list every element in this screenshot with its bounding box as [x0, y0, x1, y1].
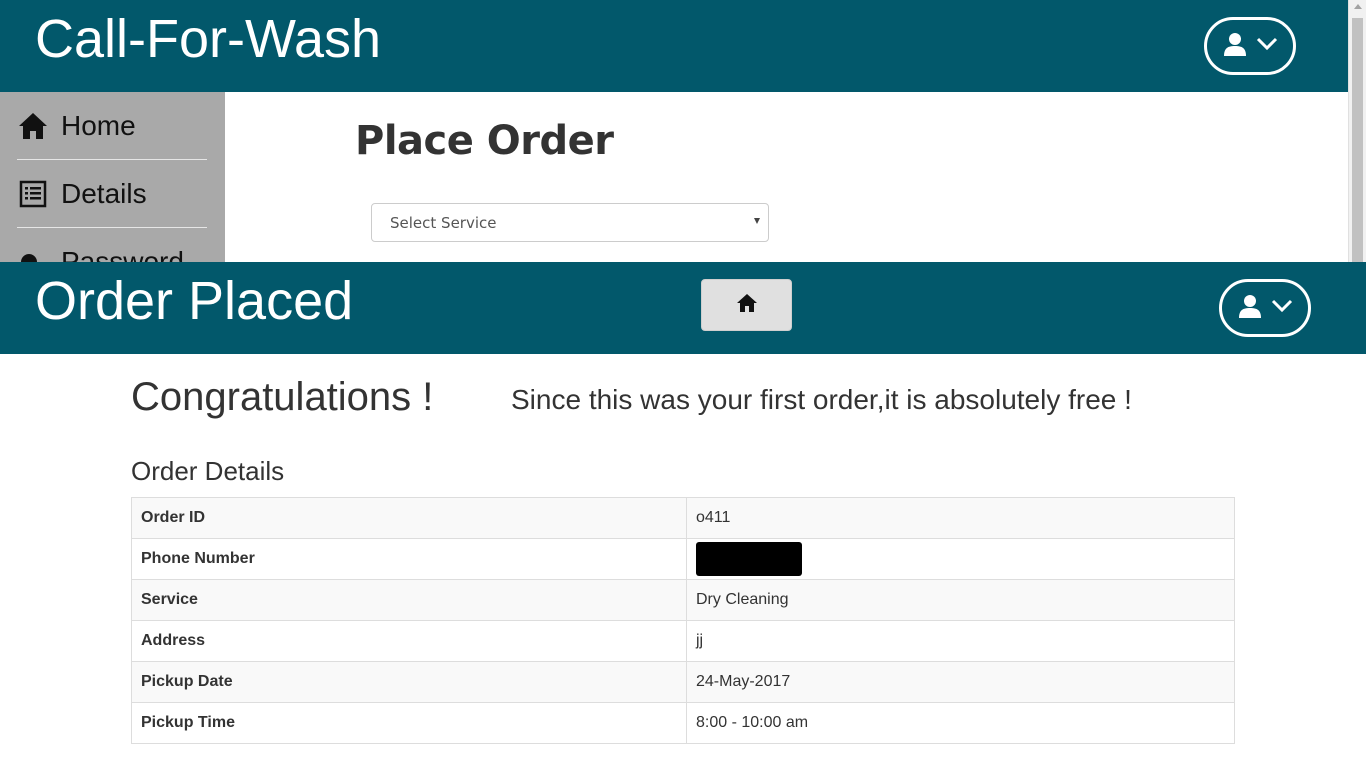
sidebar: Home Details Password: [0, 92, 225, 262]
pickup-date-value: 24-May-2017: [686, 661, 1235, 703]
page-title: Place Order: [355, 118, 614, 164]
user-icon: [1222, 31, 1248, 62]
service-label: Service: [131, 579, 687, 621]
user-icon: [1237, 293, 1263, 324]
order-id-label: Order ID: [131, 497, 687, 539]
key-icon: [17, 246, 49, 262]
caret-down-icon: [754, 218, 760, 224]
address-label: Address: [131, 620, 687, 662]
user-menu-button[interactable]: [1219, 279, 1311, 337]
table-row: Phone Number: [131, 538, 1235, 580]
chevron-down-icon: [1271, 299, 1293, 318]
table-row: Service Dry Cleaning: [131, 579, 1235, 621]
redaction-mark: [696, 542, 802, 576]
user-menu-button[interactable]: [1204, 17, 1296, 75]
order-id-value: o411: [686, 497, 1235, 539]
sidebar-item-label: Details: [61, 177, 147, 209]
order-header: Order Placed: [0, 262, 1366, 354]
background-page: Call-For-Wash Home Details Password Plac…: [0, 0, 1366, 262]
table-row: Order ID o411: [131, 497, 1235, 539]
background-header: Call-For-Wash: [0, 0, 1348, 92]
phone-number-label: Phone Number: [131, 538, 687, 580]
order-details-heading: Order Details: [131, 456, 285, 486]
phone-number-value: [686, 538, 1235, 580]
sidebar-item-home[interactable]: Home: [17, 92, 207, 160]
sidebar-item-password[interactable]: Password: [17, 228, 207, 262]
sidebar-item-details[interactable]: Details: [17, 160, 207, 228]
scroll-up-arrow[interactable]: [1354, 4, 1362, 9]
app-title: Call-For-Wash: [35, 9, 382, 69]
home-button[interactable]: [701, 279, 792, 331]
list-icon: [17, 178, 49, 210]
congrats-heading: Congratulations !: [131, 375, 434, 419]
home-icon: [736, 293, 758, 318]
table-row: Pickup Time 8:00 - 10:00 am: [131, 702, 1235, 744]
pickup-time-value: 8:00 - 10:00 am: [686, 702, 1235, 744]
order-details-table: Order ID o411 Phone Number Service Dry C…: [131, 497, 1235, 744]
order-title: Order Placed: [35, 271, 354, 331]
free-order-message: Since this was your first order,it is ab…: [511, 384, 1132, 415]
service-select-value: Select Service: [390, 214, 497, 232]
pickup-time-label: Pickup Time: [131, 702, 687, 744]
scroll-thumb[interactable]: [1352, 18, 1363, 262]
scrollbar[interactable]: [1348, 0, 1366, 262]
home-icon: [17, 110, 49, 142]
sidebar-item-label: Password: [61, 246, 184, 262]
chevron-down-icon: [1256, 37, 1278, 56]
pickup-date-label: Pickup Date: [131, 661, 687, 703]
service-select[interactable]: Select Service: [371, 203, 769, 242]
address-value: jj: [686, 620, 1235, 662]
table-row: Address jj: [131, 620, 1235, 662]
sidebar-item-label: Home: [61, 109, 136, 141]
table-row: Pickup Date 24-May-2017: [131, 661, 1235, 703]
service-value: Dry Cleaning: [686, 579, 1235, 621]
